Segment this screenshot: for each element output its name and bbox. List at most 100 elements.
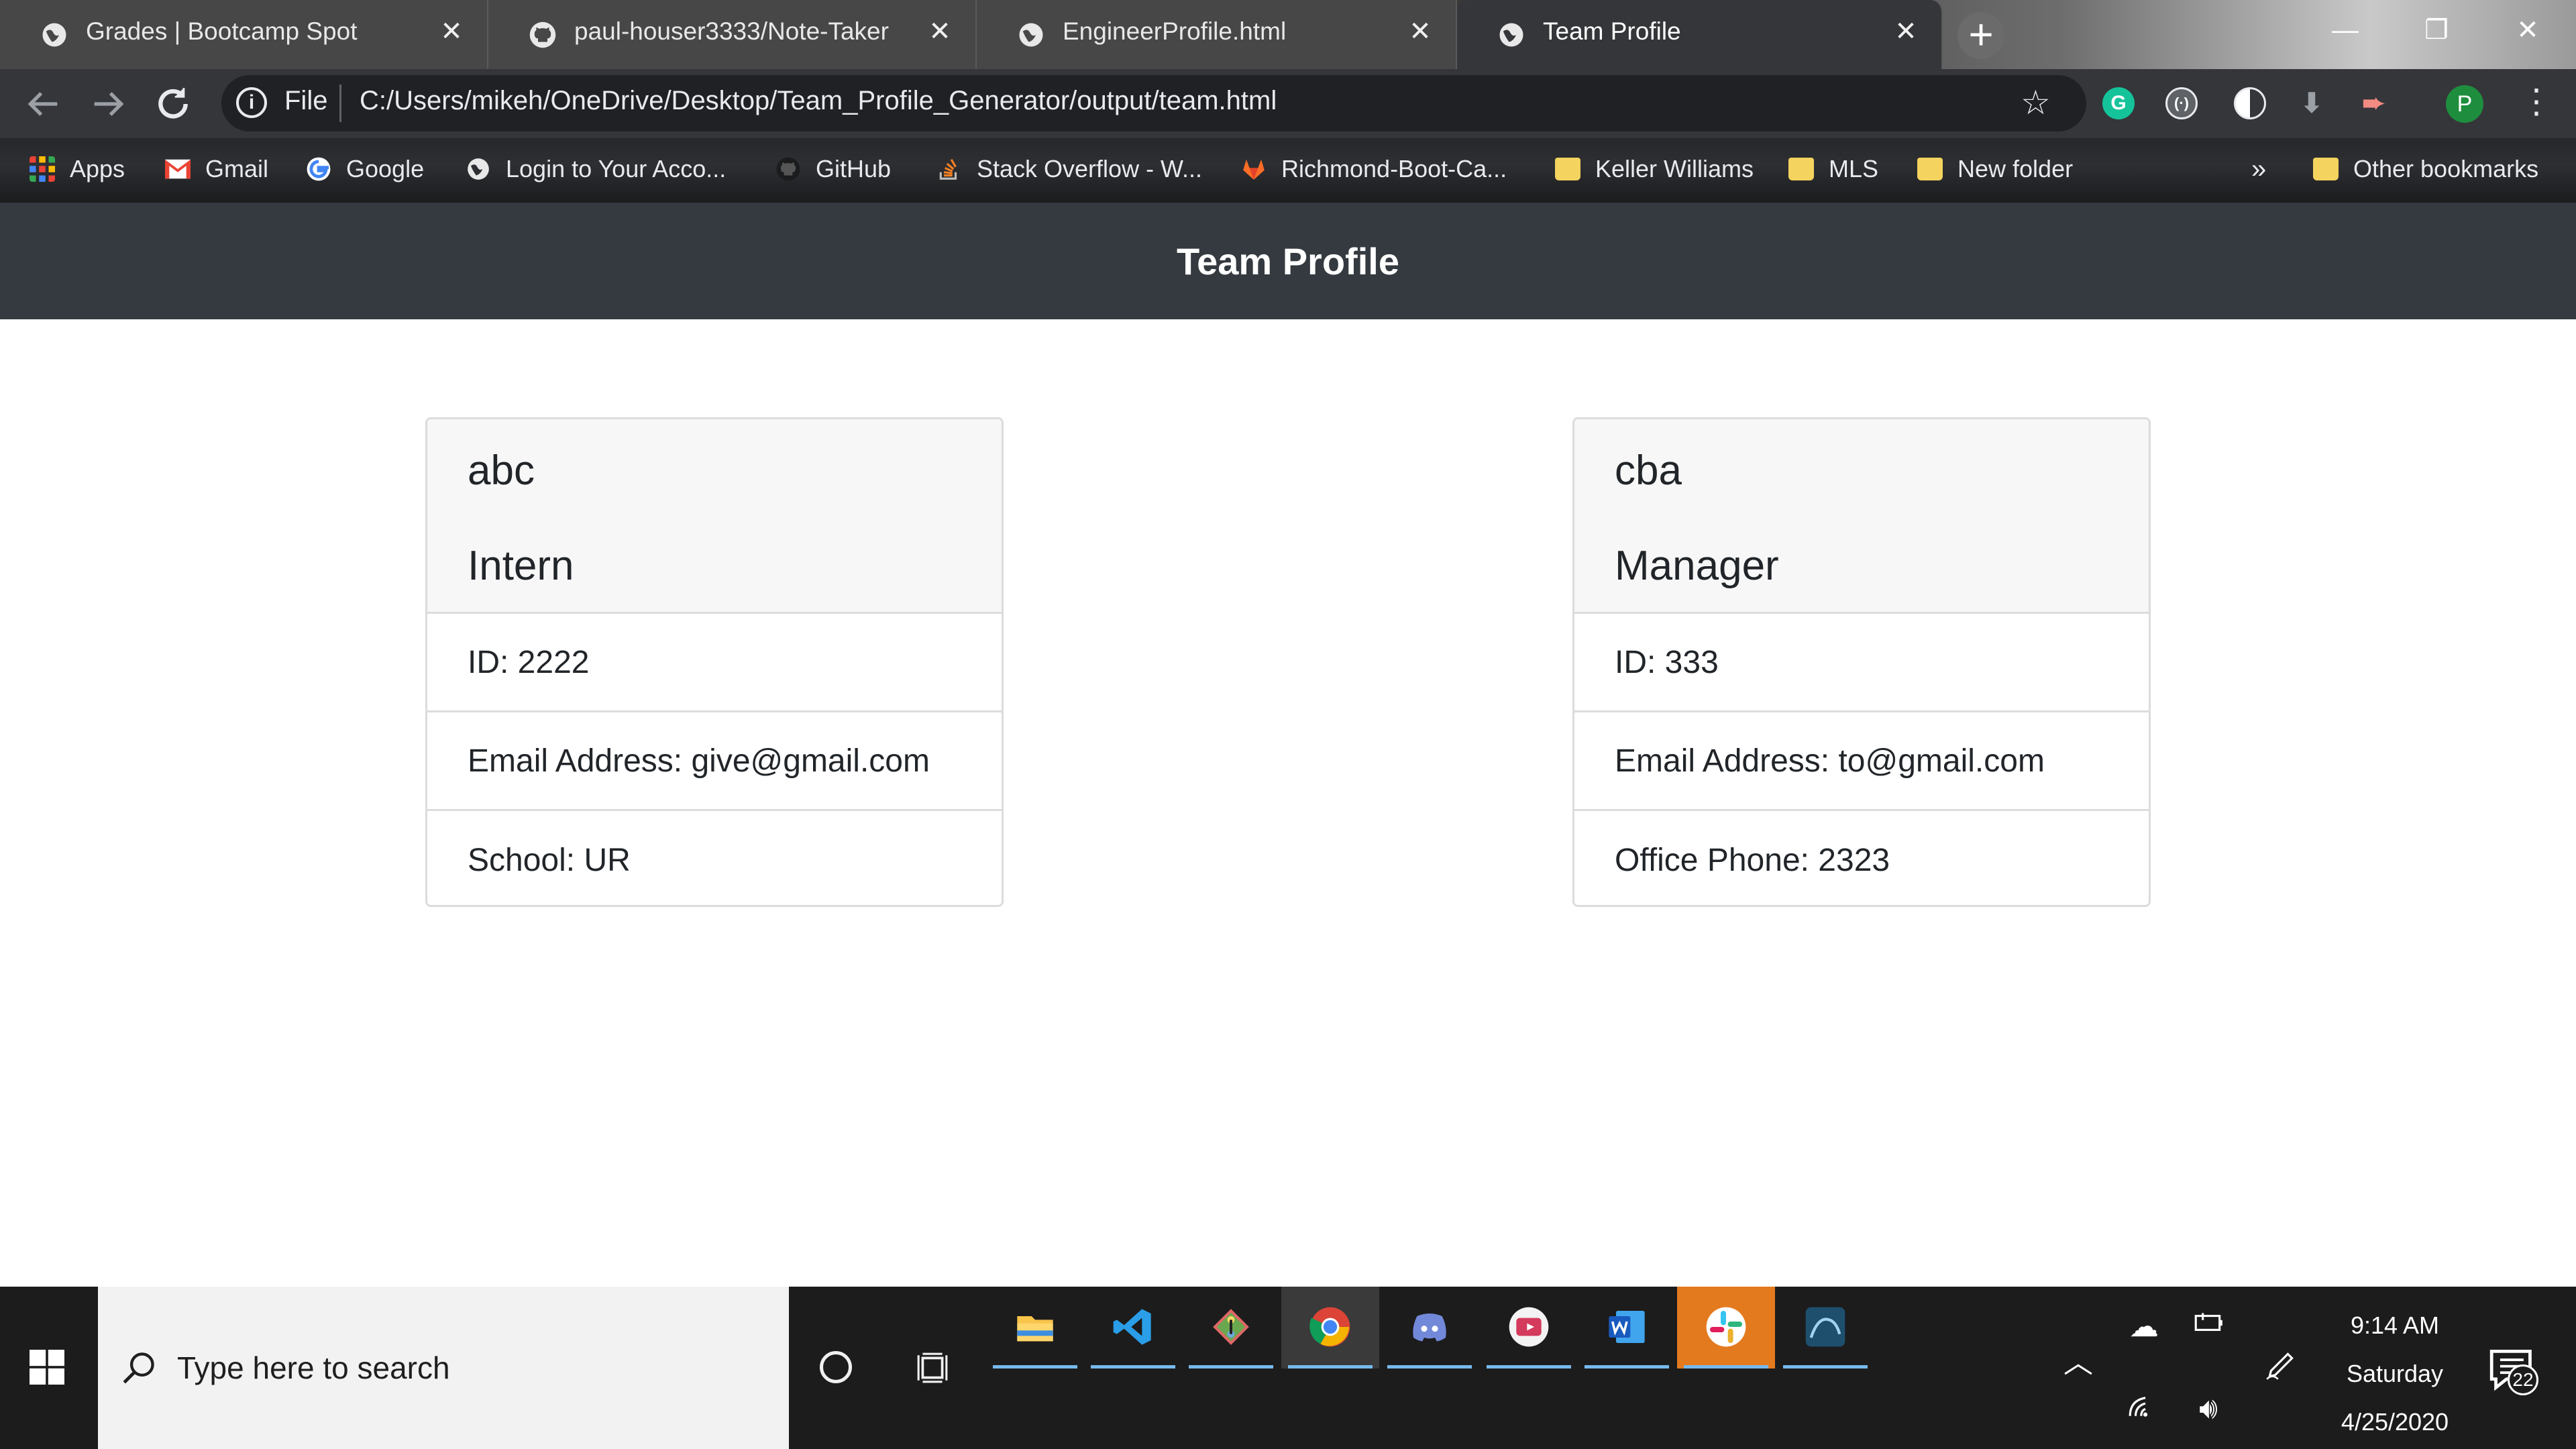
bookmark-apps[interactable]: Apps: [30, 150, 125, 188]
url-text[interactable]: C:/Users/mikeh/OneDrive/Desktop/Team_Pro…: [360, 86, 1277, 116]
address-divider: [339, 85, 341, 122]
download-icon[interactable]: ⬇: [2296, 87, 2328, 119]
globe-icon: [42, 23, 66, 47]
screen-capture-icon[interactable]: ➨: [2357, 87, 2390, 119]
cortana-icon[interactable]: [820, 1351, 852, 1383]
file-explorer-icon: [1017, 1316, 1053, 1342]
bookmark-label: Login to Your Acco...: [506, 155, 727, 182]
tab-team-profile[interactable]: Team Profile ✕: [1457, 0, 1943, 69]
employee-card-intern: abc Intern ID: 2222 Email Address: give@…: [425, 417, 1004, 907]
show-hidden-icons-button[interactable]: ︿: [2058, 1343, 2098, 1383]
gmail-icon: [165, 159, 191, 179]
bookmarks-overflow-button[interactable]: »: [2251, 150, 2266, 188]
close-tab-icon[interactable]: ✕: [1889, 15, 1923, 48]
forward-button[interactable]: [87, 83, 130, 125]
tab-title: Team Profile: [1543, 17, 1681, 45]
employee-email: Email Address: give@gmail.com: [427, 712, 1002, 811]
bookmark-github[interactable]: GitHub: [775, 150, 891, 188]
employee-name: cba: [1615, 447, 1682, 494]
folder-icon: [1917, 158, 1943, 180]
tab-engineer-profile[interactable]: EngineerProfile.html ✕: [977, 0, 1457, 69]
task-view-icon[interactable]: [915, 1351, 950, 1385]
grammarly-icon[interactable]: G: [2102, 87, 2135, 119]
wifi-icon[interactable]: [2124, 1389, 2164, 1429]
back-button[interactable]: [21, 83, 64, 125]
search-placeholder: Type here to search: [177, 1350, 450, 1385]
card-header: cba Manager: [1574, 419, 2149, 614]
battery-outline-icon: [2194, 1313, 2222, 1331]
notification-count-badge: 22: [2508, 1364, 2538, 1395]
apps-grid-icon: [30, 156, 55, 182]
back-arrow-icon: [28, 92, 58, 116]
battery-icon[interactable]: [2188, 1307, 2229, 1347]
menu-kebab-icon[interactable]: ⋮: [2520, 82, 2553, 121]
extension-icon[interactable]: (·): [2165, 87, 2198, 119]
bookmark-google[interactable]: Google: [306, 150, 424, 188]
dark-mode-icon[interactable]: [2234, 87, 2266, 119]
close-window-button[interactable]: ✕: [2482, 0, 2573, 60]
bookmark-keller-williams[interactable]: Keller Williams: [1555, 150, 1754, 188]
taskbar-file-explorer[interactable]: [986, 1287, 1084, 1368]
wifi-signal-icon: [2129, 1397, 2148, 1417]
pen-icon: [2266, 1352, 2294, 1380]
forward-arrow-icon: [94, 92, 124, 116]
taskbar-screen-recorder[interactable]: [1480, 1287, 1578, 1368]
page-header: Team Profile: [0, 203, 2576, 319]
page-title: Team Profile: [1177, 239, 1399, 282]
bookmark-login[interactable]: Login to Your Acco...: [466, 150, 726, 188]
clock-time: 9:14 AM: [2350, 1311, 2440, 1339]
bookmark-gmail[interactable]: Gmail: [165, 150, 268, 188]
discord-icon: [1413, 1313, 1446, 1342]
tab-note-taker[interactable]: paul-houser3333/Note-Taker ✕: [488, 0, 977, 69]
info-icon[interactable]: i: [236, 87, 267, 118]
search-icon: [123, 1352, 154, 1384]
taskbar-vscode[interactable]: [1084, 1287, 1182, 1368]
taskbar-mysql-workbench[interactable]: [1776, 1287, 1874, 1368]
bookmark-stack-overflow[interactable]: Stack Overflow - W...: [936, 150, 1202, 188]
minimize-button[interactable]: —: [2300, 0, 2391, 60]
taskbar-word[interactable]: [1578, 1287, 1676, 1368]
close-tab-icon[interactable]: ✕: [1403, 15, 1437, 48]
employee-school: School: UR: [468, 843, 631, 878]
onedrive-icon[interactable]: ☁: [2124, 1307, 2164, 1347]
profile-avatar[interactable]: P: [2446, 85, 2483, 123]
bookmark-label: Google: [346, 155, 425, 182]
new-tab-button[interactable]: +: [1957, 12, 2004, 59]
windows-start-icon[interactable]: [30, 1350, 64, 1385]
bookmark-label: Gmail: [205, 155, 269, 182]
scheme-label: File: [284, 86, 328, 115]
close-tab-icon[interactable]: ✕: [923, 15, 957, 48]
folder-icon: [1788, 158, 1814, 180]
employee-role: Intern: [468, 543, 574, 589]
bookmark-star-icon[interactable]: ☆: [2021, 83, 2051, 122]
mysql-icon: [1805, 1307, 1845, 1347]
taskbar-clock[interactable]: 9:14 AM Saturday 4/25/2020: [2308, 1301, 2482, 1446]
other-bookmarks[interactable]: Other bookmarks: [2313, 150, 2538, 188]
browser-tab-strip: Grades | Bootcamp Spot ✕ paul-houser3333…: [0, 0, 2576, 69]
bookmark-label: New folder: [1957, 155, 2074, 182]
word-icon: [1609, 1311, 1645, 1343]
bookmark-label: Richmond-Boot-Ca...: [1281, 155, 1507, 182]
volume-icon[interactable]: 🔊︎: [2188, 1389, 2229, 1429]
bookmark-mls[interactable]: MLS: [1788, 150, 1878, 188]
globe-icon: [468, 158, 489, 180]
taskbar-discord[interactable]: [1381, 1287, 1479, 1368]
reload-button[interactable]: [152, 83, 195, 125]
employee-card-manager: cba Manager ID: 333 Email Address: to@gm…: [1572, 417, 2151, 907]
screen-recorder-icon: [1509, 1307, 1549, 1347]
restore-button[interactable]: ❐: [2391, 0, 2482, 60]
taskbar-git-client[interactable]: [1182, 1287, 1280, 1368]
tab-grades[interactable]: Grades | Bootcamp Spot ✕: [0, 0, 488, 69]
taskbar-slack[interactable]: [1677, 1287, 1775, 1368]
bookmark-richmond-bootcamp[interactable]: Richmond-Boot-Ca...: [1241, 150, 1507, 188]
gitlab-icon: [1243, 159, 1265, 180]
chrome-icon: [1309, 1307, 1350, 1347]
pen-workspace-icon[interactable]: [2261, 1348, 2301, 1393]
employee-id: ID: 333: [1574, 614, 2149, 712]
globe-icon: [1499, 23, 1523, 47]
close-tab-icon[interactable]: ✕: [435, 15, 468, 48]
bookmark-label: Keller Williams: [1595, 155, 1754, 182]
taskbar-chrome[interactable]: [1281, 1287, 1379, 1368]
clock-day: Saturday: [2346, 1360, 2444, 1387]
bookmark-new-folder[interactable]: New folder: [1917, 150, 2073, 188]
